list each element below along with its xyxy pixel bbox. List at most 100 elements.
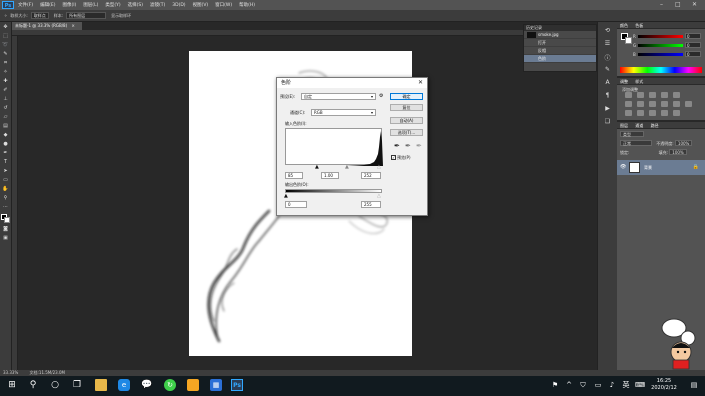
input-white-field[interactable]: 252 bbox=[361, 172, 381, 179]
channel-select[interactable]: RGB ▾ bbox=[311, 109, 376, 116]
opacity-field[interactable]: 100% bbox=[674, 140, 693, 146]
app-orange-icon[interactable] bbox=[187, 379, 199, 391]
wechat-icon[interactable]: 💬 bbox=[141, 379, 153, 391]
minimize-button[interactable]: – bbox=[660, 1, 663, 8]
tab-color[interactable]: 颜色 bbox=[620, 23, 628, 28]
menu-filter[interactable]: 滤镜(T) bbox=[150, 2, 165, 8]
pen-tool-icon[interactable]: ✒ bbox=[2, 150, 10, 157]
vibrance-icon[interactable] bbox=[673, 92, 680, 98]
reset-button[interactable]: 复位 bbox=[390, 104, 423, 111]
color-lookup-icon[interactable] bbox=[685, 101, 692, 107]
quick-select-tool-icon[interactable]: ✎ bbox=[2, 51, 10, 58]
menu-edit[interactable]: 编辑(E) bbox=[40, 2, 55, 8]
preview-checkbox[interactable]: ✓ 预览(P) bbox=[391, 155, 411, 161]
brush-tool-icon[interactable]: ✐ bbox=[2, 87, 10, 94]
input-gamma-field[interactable]: 1.00 bbox=[321, 172, 339, 179]
screen-mode-icon[interactable]: ▣ bbox=[2, 235, 10, 242]
input-gamma-slider[interactable]: ▲ bbox=[345, 164, 349, 170]
preset-select[interactable]: 自定 ▾ bbox=[301, 93, 376, 100]
output-black-slider[interactable]: ▲ bbox=[284, 193, 288, 199]
document-tab[interactable]: 未标题-1 @ 33.3% (RGB/8) × bbox=[12, 22, 82, 30]
options-button[interactable]: 选项(T)... bbox=[390, 129, 423, 136]
fill-field[interactable]: 100% bbox=[669, 149, 687, 155]
close-window-button[interactable]: ✕ bbox=[692, 1, 697, 8]
sample-layers-select[interactable]: 所有图层 bbox=[66, 12, 107, 19]
maximize-button[interactable]: □ bbox=[675, 1, 681, 8]
output-white-slider[interactable]: △ bbox=[377, 193, 381, 199]
input-white-slider[interactable]: △ bbox=[377, 164, 381, 170]
threshold-icon[interactable] bbox=[649, 110, 656, 116]
move-tool-icon[interactable]: ✥ bbox=[2, 24, 10, 31]
tray-security-icon[interactable]: ⛉ bbox=[577, 379, 589, 391]
character-panel-icon[interactable]: A bbox=[603, 79, 613, 87]
menu-file[interactable]: 文件(F) bbox=[18, 2, 33, 8]
menu-window[interactable]: 窗口(W) bbox=[215, 2, 232, 8]
exposure-icon[interactable] bbox=[661, 92, 668, 98]
eyedropper-tool-icon[interactable]: ✧ bbox=[4, 13, 7, 18]
show-sampling-ring-checkbox[interactable]: 显示取样环 bbox=[111, 13, 131, 19]
layer-comps-panel-icon[interactable]: ❏ bbox=[603, 118, 613, 126]
color-balance-icon[interactable] bbox=[637, 101, 644, 107]
output-white-field[interactable]: 255 bbox=[361, 201, 381, 208]
more-tools-icon[interactable]: ⋯ bbox=[2, 204, 10, 211]
quick-mask-icon[interactable]: ◙ bbox=[2, 226, 10, 233]
menu-type[interactable]: 类型(Y) bbox=[105, 2, 120, 8]
tab-styles[interactable]: 样式 bbox=[635, 79, 643, 84]
notifications-icon[interactable]: ▤ bbox=[688, 379, 700, 391]
sample-size-select[interactable]: 取样点 bbox=[30, 12, 49, 19]
blue-value[interactable]: 0 bbox=[685, 51, 701, 57]
history-panel-icon[interactable]: ⟲ bbox=[603, 27, 613, 35]
green-value[interactable]: 0 bbox=[685, 42, 701, 48]
windows-start-icon[interactable]: ⊞ bbox=[6, 379, 18, 391]
healing-tool-icon[interactable]: ✚ bbox=[2, 78, 10, 85]
history-snapshot[interactable]: smoke.jpg bbox=[524, 31, 596, 39]
file-explorer-icon[interactable] bbox=[95, 379, 107, 391]
color-spectrum-bar[interactable] bbox=[620, 67, 702, 73]
type-tool-icon[interactable]: T bbox=[2, 159, 10, 166]
close-tab-icon[interactable]: × bbox=[71, 23, 74, 28]
invert-icon[interactable] bbox=[625, 110, 632, 116]
path-select-tool-icon[interactable]: ➤ bbox=[2, 168, 10, 175]
tab-swatches[interactable]: 色板 bbox=[635, 23, 643, 28]
channel-mixer-icon[interactable] bbox=[673, 101, 680, 107]
ok-button[interactable]: 确定 bbox=[390, 93, 423, 100]
eyedropper-tool-icon[interactable]: ✧ bbox=[2, 69, 10, 76]
browser-icon[interactable]: e bbox=[118, 379, 130, 391]
white-point-eyedropper-icon[interactable]: ✒ bbox=[416, 142, 422, 150]
history-state-levels[interactable]: 色阶 bbox=[524, 55, 596, 63]
brush-panel-icon[interactable]: ✎ bbox=[603, 66, 613, 74]
app-green-icon[interactable]: ↻ bbox=[164, 379, 176, 391]
paragraph-panel-icon[interactable]: ¶ bbox=[603, 92, 613, 100]
menu-image[interactable]: 图像(I) bbox=[62, 2, 76, 8]
blend-mode-select[interactable]: 正常 bbox=[620, 140, 652, 146]
properties-panel-icon[interactable]: ☰ bbox=[603, 40, 613, 48]
menu-3d[interactable]: 3D(D) bbox=[172, 3, 185, 8]
output-black-field[interactable]: 0 bbox=[285, 201, 307, 208]
search-icon[interactable]: ⚲ bbox=[27, 379, 39, 391]
gradient-tool-icon[interactable]: ▤ bbox=[2, 123, 10, 130]
layer-background[interactable]: 👁 背景 🔒 bbox=[617, 160, 705, 175]
gray-point-eyedropper-icon[interactable]: ✒ bbox=[405, 142, 411, 150]
levels-icon[interactable] bbox=[637, 92, 644, 98]
tray-network-icon[interactable]: ▭ bbox=[592, 379, 604, 391]
foreground-background-swatch[interactable] bbox=[0, 214, 11, 224]
history-state-open[interactable]: 打开 bbox=[524, 39, 596, 47]
dialog-close-icon[interactable]: ✕ bbox=[418, 79, 423, 86]
input-black-slider[interactable]: ▲ bbox=[315, 164, 319, 170]
zoom-tool-icon[interactable]: ⚲ bbox=[2, 195, 10, 202]
color-swatch-bg[interactable] bbox=[625, 37, 632, 44]
crop-tool-icon[interactable]: ⌗ bbox=[2, 60, 10, 67]
menu-layer[interactable]: 图层(L) bbox=[83, 2, 98, 8]
menu-select[interactable]: 选择(S) bbox=[128, 2, 143, 8]
green-slider[interactable] bbox=[638, 44, 683, 47]
tray-chevron-icon[interactable]: ^ bbox=[563, 379, 575, 391]
black-white-icon[interactable] bbox=[649, 101, 656, 107]
tab-paths[interactable]: 路径 bbox=[651, 123, 659, 128]
gradient-map-icon[interactable] bbox=[661, 110, 668, 116]
input-black-field[interactable]: 85 bbox=[285, 172, 303, 179]
app-blue-icon[interactable]: ▦ bbox=[210, 379, 222, 391]
visibility-eye-icon[interactable]: 👁 bbox=[620, 164, 626, 170]
photoshop-taskbar-icon[interactable]: Ps bbox=[231, 379, 243, 391]
layer-kind-select[interactable]: 类型 bbox=[620, 131, 644, 137]
hand-tool-icon[interactable]: ✋ bbox=[2, 186, 10, 193]
